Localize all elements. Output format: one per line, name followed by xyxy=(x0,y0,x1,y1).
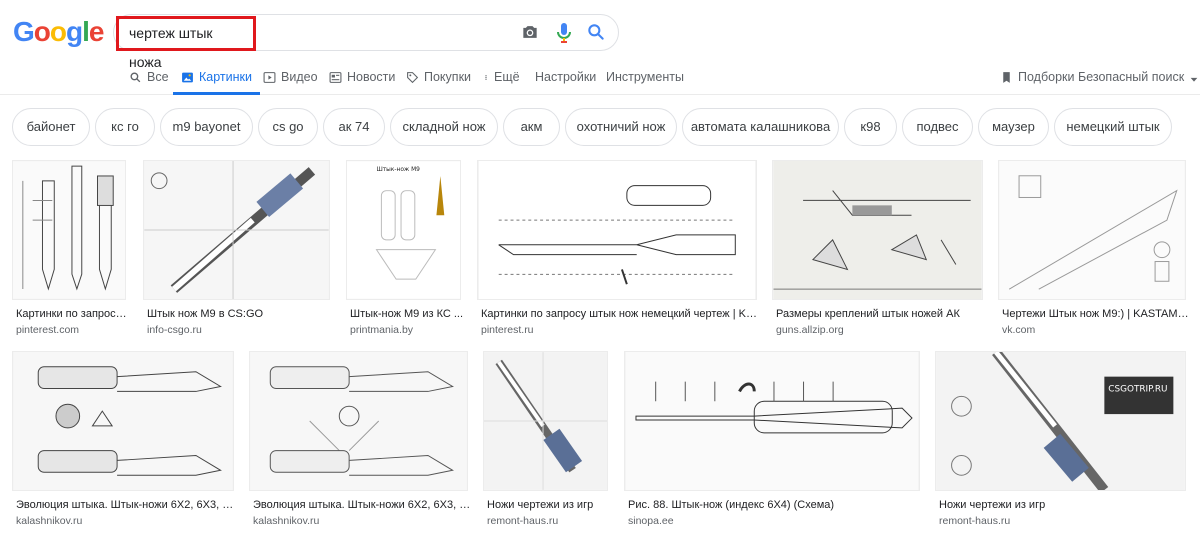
knife-drawing-image xyxy=(626,352,918,490)
tab-video[interactable]: Видео xyxy=(263,70,318,94)
collections-link[interactable]: Подборки xyxy=(1000,70,1074,94)
result-title[interactable]: Размеры креплений штык ножей АК xyxy=(776,308,987,320)
chip-related-search[interactable]: складной нож xyxy=(390,108,498,146)
result-title[interactable]: Ножи чертежи из игр xyxy=(939,499,1190,511)
search-tabs: Все Картинки Видео Новости Покупки Ещё Н… xyxy=(0,60,1200,95)
bookmark-icon xyxy=(1003,72,1010,83)
result-title[interactable]: Штык-нож M9 из КС ... xyxy=(350,308,465,320)
watermark-text: CSGOTRIP.RU xyxy=(1108,384,1167,394)
search-input[interactable]: чертеж штык ножа xyxy=(116,16,256,70)
caret-down-icon xyxy=(1190,77,1198,82)
play-icon xyxy=(263,72,276,83)
result-thumbnail[interactable] xyxy=(12,160,126,300)
result-source[interactable]: sinopa.ee xyxy=(628,515,674,527)
microphone-icon[interactable] xyxy=(556,22,572,44)
result-source[interactable]: printmania.by xyxy=(350,324,413,336)
result-thumbnail[interactable]: Штык-нож М9 xyxy=(346,160,461,300)
knife-drawing-image xyxy=(250,352,467,490)
result-title[interactable]: Ножи чертежи из игр xyxy=(487,499,612,511)
chip-related-search[interactable]: кс го xyxy=(95,108,155,146)
tab-images[interactable]: Картинки xyxy=(173,70,260,95)
result-source[interactable]: pinterest.com xyxy=(16,324,79,336)
result-source[interactable]: kalashnikov.ru xyxy=(253,515,319,527)
more-icon xyxy=(485,75,487,80)
tab-label: Инструменты xyxy=(606,70,684,84)
tag-icon xyxy=(407,72,419,84)
news-icon xyxy=(329,72,342,83)
knife-drawing-image xyxy=(13,352,233,490)
result-source[interactable]: vk.com xyxy=(1002,324,1035,336)
chip-related-search[interactable]: маузер xyxy=(978,108,1049,146)
result-source[interactable]: remont-haus.ru xyxy=(487,515,558,527)
chip-related-search[interactable]: автомата калашникова xyxy=(682,108,839,146)
chip-related-search[interactable]: подвес xyxy=(902,108,973,146)
result-title[interactable]: Эволюция штыка. Штык-ножи 6Х2, 6Х3, 6Х4.… xyxy=(16,499,238,511)
chip-related-search[interactable]: cs go xyxy=(258,108,318,146)
knife-drawing-image xyxy=(144,161,329,299)
tab-shopping[interactable]: Покупки xyxy=(406,70,471,94)
chip-related-search[interactable]: акм xyxy=(503,108,560,146)
tab-settings[interactable]: Настройки xyxy=(535,70,596,94)
logo-letter: e xyxy=(88,16,105,47)
chip-related-search[interactable]: охотничий нож xyxy=(565,108,677,146)
result-thumbnail[interactable] xyxy=(483,351,608,491)
tab-label: Ещё xyxy=(494,70,520,84)
result-thumbnail[interactable] xyxy=(143,160,330,300)
result-source[interactable]: pinterest.ru xyxy=(481,324,534,336)
chip-related-search[interactable]: ак 74 xyxy=(323,108,385,146)
camera-icon[interactable] xyxy=(520,22,540,44)
knife-drawing-image xyxy=(13,161,125,299)
knife-drawing-image xyxy=(479,161,755,299)
logo-letter: o xyxy=(49,16,67,47)
logo-letter: o xyxy=(33,16,51,47)
result-title[interactable]: Чертежи Штык нож М9:) | KASTAME... xyxy=(1002,308,1190,320)
knife-drawing-image: Штык-нож М9 xyxy=(347,161,460,299)
tab-label: Новости xyxy=(347,70,396,84)
chip-related-search[interactable]: к98 xyxy=(844,108,897,146)
knife-drawing-image: CSGOTRIP.RU xyxy=(936,352,1185,490)
tab-all[interactable]: Все xyxy=(129,70,169,94)
chip-related-search[interactable]: немецкий штык xyxy=(1054,108,1172,146)
tab-label: Видео xyxy=(281,70,318,84)
result-title[interactable]: Рис. 88. Штык-нож (индекс 6Х4) (Схема) xyxy=(628,499,924,511)
result-source[interactable]: remont-haus.ru xyxy=(939,515,1010,527)
tab-tools[interactable]: Инструменты xyxy=(606,70,684,94)
knife-drawing-image xyxy=(999,161,1185,299)
logo-letter: l xyxy=(82,16,90,47)
result-source[interactable]: guns.allzip.org xyxy=(776,324,844,336)
result-thumbnail[interactable] xyxy=(998,160,1186,300)
google-logo[interactable]: Google xyxy=(13,16,105,47)
tab-label: Покупки xyxy=(424,70,472,84)
chip-related-search[interactable]: m9 bayonet xyxy=(160,108,253,146)
result-thumbnail[interactable] xyxy=(249,351,468,491)
tab-label: Настройки xyxy=(535,70,597,84)
knife-drawing-image xyxy=(773,161,982,299)
tab-label: Все xyxy=(147,70,169,84)
tab-news[interactable]: Новости xyxy=(329,70,395,94)
collections-label: Подборки xyxy=(1018,70,1075,84)
result-thumbnail[interactable]: CSGOTRIP.RU xyxy=(935,351,1186,491)
result-title[interactable]: Эволюция штыка. Штык-ножи 6Х2, 6Х3, 6Х..… xyxy=(253,499,472,511)
search-icon[interactable] xyxy=(586,22,606,44)
result-thumbnail[interactable] xyxy=(477,160,757,300)
result-title[interactable]: Картинки по запросу ... xyxy=(16,308,130,320)
result-title[interactable]: Картинки по запросу штык нож немецкий че… xyxy=(481,308,761,320)
knife-drawing-image xyxy=(484,352,607,490)
safe-search-dropdown[interactable]: Безопасный поиск xyxy=(1078,70,1199,94)
safe-search-label: Безопасный поиск xyxy=(1078,70,1185,84)
result-source[interactable]: info-csgo.ru xyxy=(147,324,202,336)
thumb-text: Штык-нож М9 xyxy=(376,167,420,173)
result-thumbnail[interactable] xyxy=(624,351,920,491)
result-title[interactable]: Штык нож M9 в CS:GO xyxy=(147,308,334,320)
result-source[interactable]: kalashnikov.ru xyxy=(16,515,82,527)
tab-label: Картинки xyxy=(199,70,252,84)
logo-letter: g xyxy=(66,16,83,47)
search-icon xyxy=(130,72,141,83)
logo-letter: G xyxy=(13,16,35,47)
image-icon xyxy=(182,72,193,83)
result-thumbnail[interactable] xyxy=(772,160,983,300)
result-thumbnail[interactable] xyxy=(12,351,234,491)
chip-related-search[interactable]: байонет xyxy=(12,108,90,146)
tab-more[interactable]: Ещё xyxy=(483,70,520,94)
